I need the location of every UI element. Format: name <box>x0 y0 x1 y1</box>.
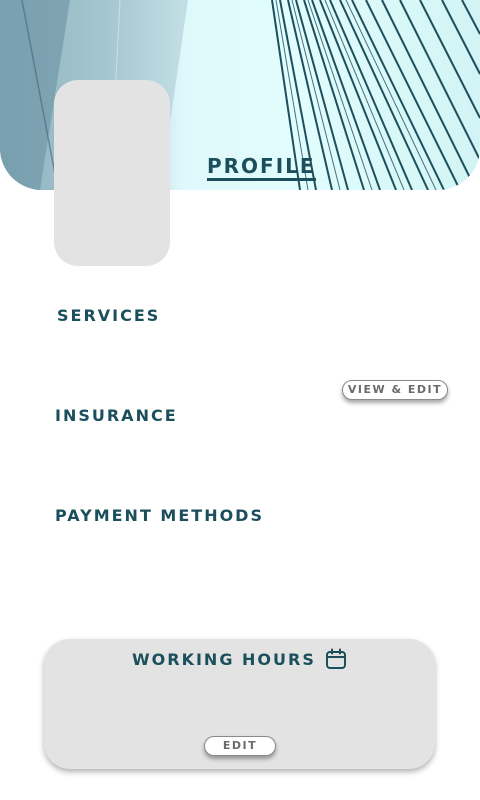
services-heading: SERVICES <box>57 306 161 325</box>
working-hours-card: WORKING HOURS EDIT <box>44 639 435 769</box>
insurance-heading: INSURANCE <box>55 406 178 425</box>
working-hours-header: WORKING HOURS <box>132 647 348 671</box>
calendar-icon[interactable] <box>324 647 348 671</box>
edit-hours-button[interactable]: EDIT <box>204 736 276 756</box>
working-hours-title: WORKING HOURS <box>132 649 316 669</box>
page-title: PROFILE <box>207 154 316 181</box>
payment-methods-heading: PAYMENT METHODS <box>55 506 264 525</box>
profile-page: PROFILE SERVICES VIEW & EDIT INSURANCE P… <box>0 0 480 800</box>
profile-avatar[interactable] <box>54 80 170 266</box>
view-edit-button[interactable]: VIEW & EDIT <box>342 380 448 400</box>
